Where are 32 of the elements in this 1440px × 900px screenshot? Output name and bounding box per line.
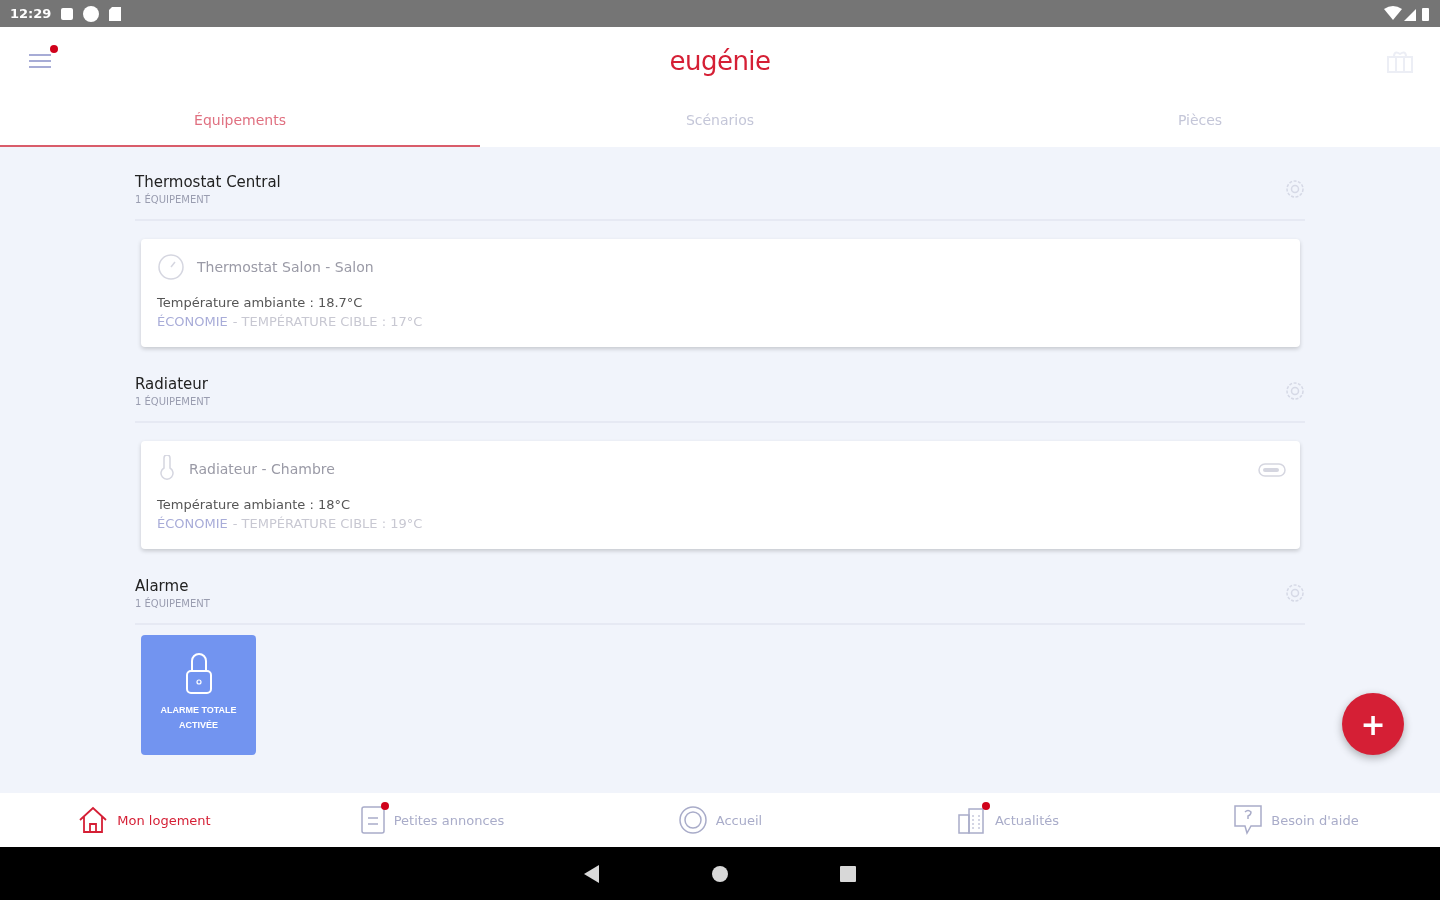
system-icons bbox=[1384, 5, 1430, 22]
logo: eugénie bbox=[669, 46, 771, 76]
add-button[interactable]: + bbox=[1342, 693, 1404, 755]
ambient-temperature: Température ambiante : 18°C bbox=[157, 497, 352, 512]
circle-icon bbox=[83, 5, 100, 22]
document-icon bbox=[359, 805, 386, 835]
alarm-label: ALARME TOTALE ACTIVÉE bbox=[159, 704, 238, 732]
section-title: Thermostat Central bbox=[135, 173, 281, 191]
section-count: 1 ÉQUIPEMENT bbox=[135, 194, 211, 205]
sd-card-icon bbox=[109, 6, 122, 21]
status-time: 12:29 bbox=[10, 6, 52, 21]
home-button-icon[interactable] bbox=[711, 864, 729, 883]
section-title: Alarme bbox=[135, 577, 190, 595]
thermometer-icon bbox=[157, 455, 177, 483]
building-icon bbox=[956, 805, 987, 835]
recents-icon[interactable] bbox=[839, 864, 857, 883]
section-count: 1 ÉQUIPEMENT bbox=[135, 598, 210, 609]
section-count: 1 ÉQUIPEMENT bbox=[135, 396, 210, 407]
padlock-icon bbox=[183, 651, 214, 697]
ambient-temperature: Température ambiante : 18.7°C bbox=[157, 295, 364, 310]
mode-label: ÉCONOMIE bbox=[157, 314, 228, 329]
help-icon bbox=[1233, 804, 1264, 836]
circle-icon bbox=[677, 805, 708, 835]
mode-label: ÉCONOMIE bbox=[157, 516, 228, 531]
menu-icon bbox=[29, 52, 51, 70]
alarm-tile[interactable]: ALARME TOTALE ACTIVÉE bbox=[141, 635, 256, 755]
square-icon bbox=[61, 7, 74, 20]
back-icon[interactable] bbox=[583, 863, 601, 884]
gauge-icon bbox=[157, 253, 185, 281]
section-title: Radiateur bbox=[135, 375, 209, 393]
device-name: Thermostat Salon - Salon bbox=[197, 259, 374, 275]
device-name: Radiateur - Chambre bbox=[189, 461, 335, 477]
